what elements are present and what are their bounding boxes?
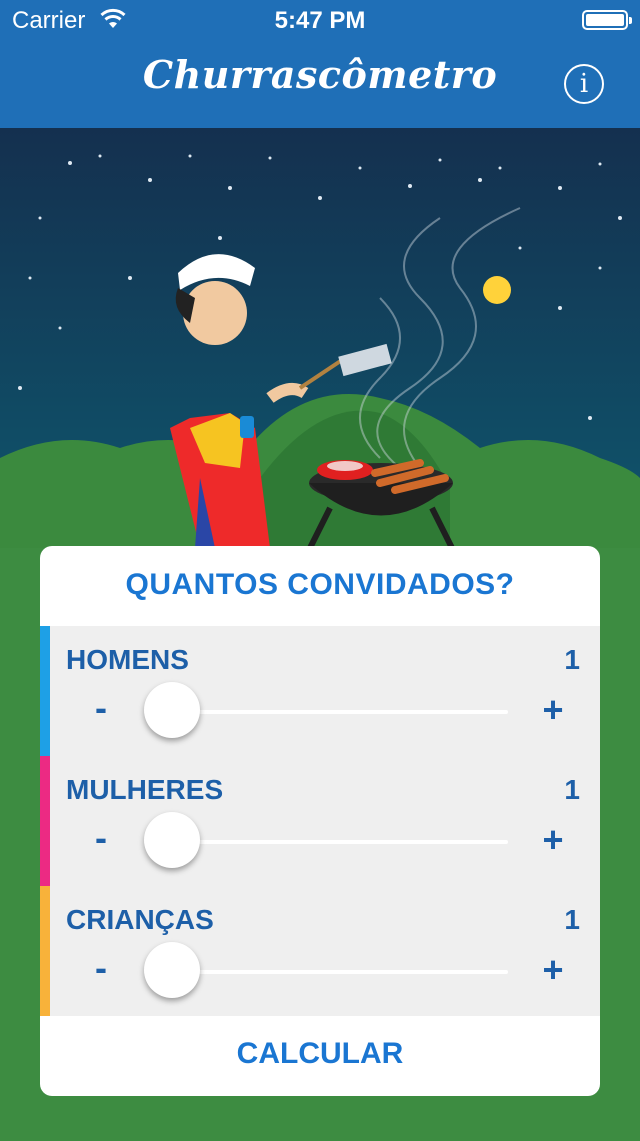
calculate-button[interactable]: CALCULAR (40, 1016, 600, 1096)
children-decrement-button[interactable]: - (86, 950, 116, 988)
women-row: MULHERES 1 - + (40, 756, 600, 886)
women-slider-thumb[interactable] (144, 812, 200, 868)
guest-count-card: QUANTOS CONVIDADOS? HOMENS 1 - + MULHERE… (40, 546, 600, 1096)
men-accent-bar (40, 626, 50, 756)
app-title: Churrascômetro (142, 52, 498, 97)
women-decrement-button[interactable]: - (86, 820, 116, 858)
women-count: 1 (564, 774, 580, 805)
children-row: CRIANÇAS 1 - + (40, 886, 600, 1016)
children-slider-thumb[interactable] (144, 942, 200, 998)
men-label: HOMENS (66, 644, 189, 675)
card-title: QUANTOS CONVIDADOS? (125, 568, 515, 601)
children-increment-button[interactable]: + (538, 952, 568, 988)
men-count: 1 (564, 644, 580, 675)
men-slider-thumb[interactable] (144, 682, 200, 738)
men-row: HOMENS 1 - + (40, 626, 600, 756)
children-label: CRIANÇAS (66, 904, 214, 935)
men-increment-button[interactable]: + (538, 692, 568, 728)
status-bar: Carrier 5:47 PM (0, 0, 640, 40)
women-increment-button[interactable]: + (538, 822, 568, 858)
navigation-bar: Carrier 5:47 PM Churrascômetro i (0, 0, 640, 128)
clock: 5:47 PM (274, 7, 366, 34)
children-accent-bar (40, 886, 50, 1016)
women-accent-bar (40, 756, 50, 886)
men-decrement-button[interactable]: - (86, 690, 116, 728)
battery-icon (582, 10, 632, 30)
women-label: MULHERES (66, 774, 224, 805)
info-icon[interactable]: i (564, 64, 604, 104)
children-count: 1 (564, 904, 580, 935)
